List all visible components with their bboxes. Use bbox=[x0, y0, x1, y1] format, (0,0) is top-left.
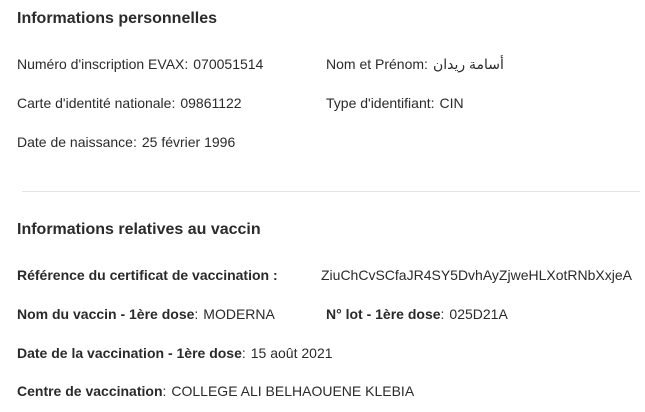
birth-date-field: Date de naissance: 25 février 1996 bbox=[17, 134, 235, 150]
evax-number-value: 070051514 bbox=[193, 56, 264, 72]
id-card-separator: : bbox=[171, 95, 176, 111]
vaccine-info-title: Informations relatives au vaccin bbox=[17, 221, 261, 238]
full-name-separator: : bbox=[424, 56, 428, 72]
id-card-value: 09861122 bbox=[180, 95, 242, 111]
vaccination-center-value: COLLEGE ALI BELHAOUENE KLEBIA bbox=[171, 383, 415, 399]
birth-date-label: Date de naissance bbox=[17, 134, 133, 150]
id-card-field: Carte d'identité nationale: 09861122 bbox=[17, 95, 242, 111]
certificate-ref-label: Référence du certificat de vaccination : bbox=[17, 267, 278, 283]
evax-number-label: Numéro d'inscription EVAX bbox=[17, 56, 185, 72]
lot-number-label: N° lot - 1ère dose bbox=[326, 306, 441, 322]
vaccination-center-field: Centre de vaccination: COLLEGE ALI BELHAO… bbox=[17, 383, 414, 399]
section-divider bbox=[22, 191, 640, 192]
personal-info-title: Informations personnelles bbox=[17, 10, 218, 27]
vaccination-date-value: 15 août 2021 bbox=[250, 345, 333, 361]
id-type-separator: : bbox=[430, 95, 435, 111]
full-name-label: Nom et Prénom bbox=[326, 56, 425, 72]
lot-number-value: 025D21A bbox=[449, 306, 508, 322]
vaccine-name-field: Nom du vaccin - 1ère dose: MODERNA bbox=[17, 306, 275, 322]
id-type-label: Type d'identifiant bbox=[326, 95, 431, 111]
certificate-ref-label-field: Référence du certificat de vaccination : bbox=[17, 267, 278, 283]
full-name-field: Nom et Prénom: أسامة ريدان bbox=[326, 56, 504, 73]
id-type-field: Type d'identifiant: CIN bbox=[326, 95, 464, 111]
evax-number-field: Numéro d'inscription EVAX: 070051514 bbox=[17, 56, 263, 72]
vaccine-name-separator: : bbox=[194, 306, 199, 322]
evax-number-separator: : bbox=[184, 56, 189, 72]
certificate-ref-value: ZiuChCvSCfaJR4SY5DvhAyZjweHLXotRNbXxjeA bbox=[321, 267, 632, 283]
vaccination-center-separator: : bbox=[162, 383, 167, 399]
birth-date-separator: : bbox=[132, 134, 137, 150]
vaccine-name-label: Nom du vaccin - 1ère dose bbox=[17, 306, 195, 322]
certificate-ref-value-field: ZiuChCvSCfaJR4SY5DvhAyZjweHLXotRNbXxjeA bbox=[321, 267, 632, 283]
vaccination-center-label: Centre de vaccination bbox=[17, 383, 163, 399]
birth-date-value: 25 février 1996 bbox=[141, 134, 236, 150]
id-card-label: Carte d'identité nationale bbox=[17, 95, 172, 111]
full-name-value: أسامة ريدان bbox=[432, 56, 504, 72]
vaccination-date-field: Date de la vaccination - 1ère dose: 15 ao… bbox=[17, 345, 333, 361]
lot-number-field: N° lot - 1ère dose: 025D21A bbox=[326, 306, 508, 322]
vaccine-name-value: MODERNA bbox=[203, 306, 275, 322]
vaccination-date-label: Date de la vaccination - 1ère dose bbox=[17, 345, 242, 361]
lot-number-separator: : bbox=[440, 306, 445, 322]
vaccination-date-separator: : bbox=[241, 345, 246, 361]
id-type-value: CIN bbox=[439, 95, 464, 111]
